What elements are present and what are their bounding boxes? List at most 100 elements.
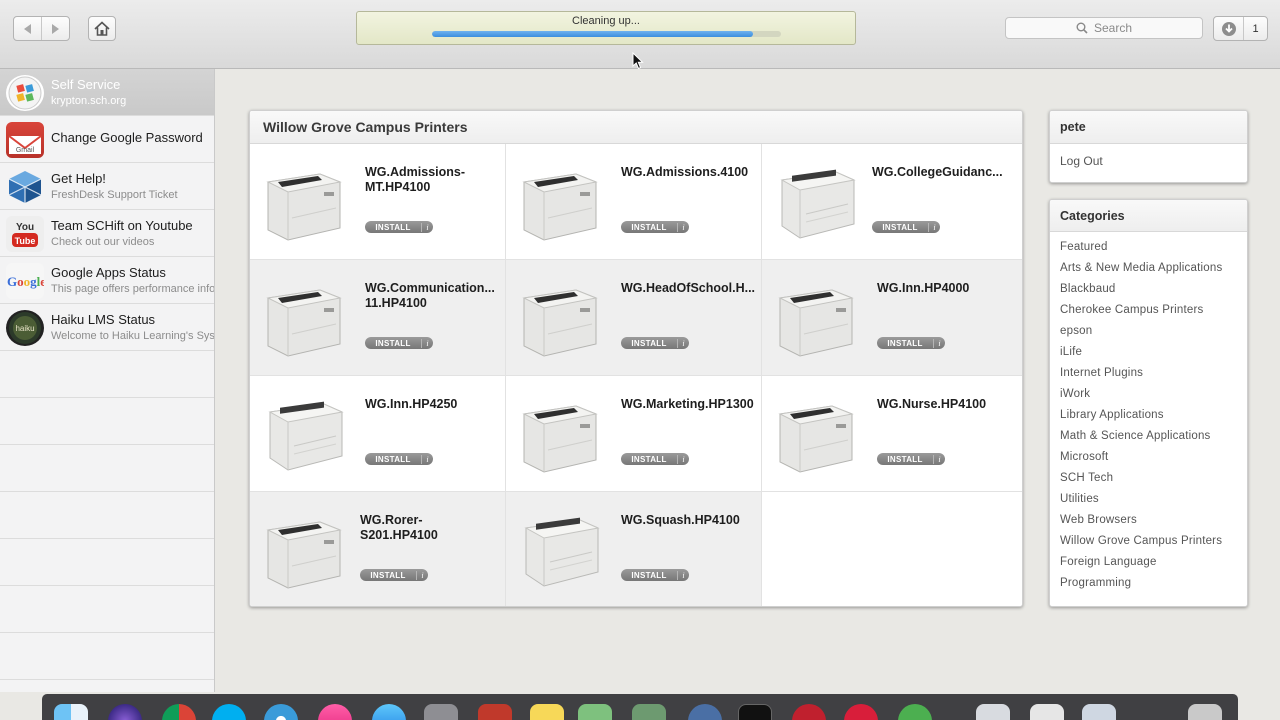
itunes-icon[interactable] — [318, 704, 352, 720]
preview-icon[interactable] — [632, 704, 666, 720]
notes-icon[interactable] — [530, 704, 564, 720]
category-link[interactable]: iWork — [1060, 388, 1247, 409]
printer-icon — [520, 394, 602, 481]
info-icon[interactable]: i — [416, 570, 428, 580]
printer-item[interactable]: WG.Inn.HP4250 INSTALL i — [250, 376, 506, 492]
printer-item[interactable]: WG.Admissions-MT.HP4100 INSTALL i — [250, 144, 506, 260]
siri-icon[interactable] — [108, 704, 142, 720]
category-link[interactable]: Programming — [1060, 577, 1247, 598]
printer-item[interactable]: WG.Communication... 11.HP4100 INSTALL i — [250, 260, 506, 376]
install-label: INSTALL — [631, 222, 667, 232]
printer-item[interactable]: WG.Rorer-S201.HP4100 INSTALL i — [250, 492, 506, 606]
install-button[interactable]: INSTALL i — [365, 221, 433, 233]
category-link[interactable]: Web Browsers — [1060, 514, 1247, 535]
sidebar-item-google-apps-status[interactable]: Google Google Apps Status This page offe… — [0, 257, 214, 304]
category-link[interactable]: Internet Plugins — [1060, 367, 1247, 388]
download-icon — [1214, 17, 1244, 40]
category-link[interactable]: Library Applications — [1060, 409, 1247, 430]
username: pete — [1050, 111, 1247, 144]
install-button[interactable]: INSTALL i — [621, 337, 689, 349]
printer-item[interactable]: WG.CollegeGuidanc... INSTALL i — [762, 144, 1022, 260]
install-button[interactable]: INSTALL i — [365, 453, 433, 465]
sidebar-item-change-google-password[interactable]: Gmail Change Google Password — [0, 116, 214, 163]
info-icon[interactable]: i — [421, 222, 433, 232]
green-app-icon[interactable] — [898, 704, 932, 720]
finder-icon[interactable] — [54, 704, 88, 720]
install-label: INSTALL — [375, 338, 411, 348]
category-link[interactable]: Microsoft — [1060, 451, 1247, 472]
category-link[interactable]: epson — [1060, 325, 1247, 346]
category-link[interactable]: SCH Tech — [1060, 472, 1247, 493]
install-button[interactable]: INSTALL i — [621, 569, 689, 581]
install-button[interactable]: INSTALL i — [877, 453, 945, 465]
category-link[interactable]: Featured — [1060, 241, 1247, 262]
logout-link[interactable]: Log Out — [1060, 154, 1103, 168]
svg-text:haiku: haiku — [15, 324, 34, 333]
printer-name: WG.Communication... 11.HP4100 — [365, 281, 495, 310]
category-link[interactable]: Willow Grove Campus Printers — [1060, 535, 1247, 556]
printer-item[interactable]: WG.Nurse.HP4100 INSTALL i — [762, 376, 1022, 492]
forward-button[interactable] — [41, 17, 69, 40]
downloads-button[interactable]: 1 — [1213, 16, 1268, 41]
category-link[interactable]: Foreign Language — [1060, 556, 1247, 577]
info-icon[interactable]: i — [677, 570, 689, 580]
info-icon[interactable]: i — [421, 338, 433, 348]
chrome-icon[interactable] — [162, 704, 196, 720]
system-preferences-icon[interactable] — [424, 704, 458, 720]
progress-bar — [432, 31, 781, 37]
printer-item[interactable]: WG.Marketing.HP1300 INSTALL i — [506, 376, 762, 492]
info-icon[interactable]: i — [928, 222, 940, 232]
printer-item[interactable]: WG.Inn.HP4000 INSTALL i — [762, 260, 1022, 376]
categories-title: Categories — [1050, 200, 1247, 232]
safari-icon[interactable] — [264, 704, 298, 720]
downloads-stack-icon[interactable] — [1082, 704, 1116, 720]
music-app-icon[interactable] — [844, 704, 878, 720]
photo-booth-icon[interactable] — [478, 704, 512, 720]
category-link[interactable]: iLife — [1060, 346, 1247, 367]
sidebar-item-get-help[interactable]: Get Help! FreshDesk Support Ticket — [0, 163, 214, 210]
printer-icon — [776, 162, 858, 249]
sidebar-item-self-service[interactable]: Self Service krypton.sch.org — [0, 69, 214, 116]
info-icon[interactable]: i — [677, 454, 689, 464]
haiku-icon: haiku — [6, 310, 44, 346]
info-icon[interactable]: i — [421, 454, 433, 464]
printer-item[interactable]: WG.HeadOfSchool.H... INSTALL i — [506, 260, 762, 376]
category-link[interactable]: Blackbaud — [1060, 283, 1247, 304]
install-button[interactable]: INSTALL i — [872, 221, 940, 233]
install-label: INSTALL — [631, 570, 667, 580]
info-icon[interactable]: i — [933, 454, 945, 464]
install-button[interactable]: INSTALL i — [877, 337, 945, 349]
folder-icon[interactable] — [976, 704, 1010, 720]
category-link[interactable]: Arts & New Media Applications — [1060, 262, 1247, 283]
search-field[interactable]: Search — [1005, 17, 1203, 39]
status-text: Cleaning up... — [572, 15, 640, 27]
home-button[interactable] — [88, 16, 116, 41]
install-button[interactable]: INSTALL i — [360, 569, 428, 581]
info-icon[interactable]: i — [933, 338, 945, 348]
category-link[interactable]: Math & Science Applications — [1060, 430, 1247, 451]
install-button[interactable]: INSTALL i — [621, 221, 689, 233]
app-store-icon[interactable] — [372, 704, 406, 720]
dock — [42, 694, 1238, 720]
sidebar-item-subtitle: krypton.sch.org — [51, 95, 127, 107]
sidebar-item-title: Get Help! — [51, 171, 106, 186]
red-app-icon[interactable] — [792, 704, 826, 720]
maps-icon[interactable] — [578, 704, 612, 720]
sidebar-item-team-schift-youtube[interactable]: You Tube Team SCHift on Youtube Check ou… — [0, 210, 214, 257]
back-button[interactable] — [14, 17, 41, 40]
terminal-icon[interactable] — [738, 704, 772, 720]
sidebar-item-haiku-lms-status[interactable]: haiku Haiku LMS Status Welcome to Haiku … — [0, 304, 214, 351]
quicktime-icon[interactable] — [688, 704, 722, 720]
printer-item[interactable]: WG.Squash.HP4100 INSTALL i — [506, 492, 762, 606]
install-button[interactable]: INSTALL i — [365, 337, 433, 349]
trash-icon[interactable] — [1188, 704, 1222, 720]
category-link[interactable]: Utilities — [1060, 493, 1247, 514]
document-icon[interactable] — [1030, 704, 1064, 720]
user-box: pete Log Out — [1049, 110, 1248, 183]
printer-item[interactable]: WG.Admissions.4100 INSTALL i — [506, 144, 762, 260]
info-icon[interactable]: i — [677, 222, 689, 232]
install-button[interactable]: INSTALL i — [621, 453, 689, 465]
skype-icon[interactable] — [212, 704, 246, 720]
info-icon[interactable]: i — [677, 338, 689, 348]
category-link[interactable]: Cherokee Campus Printers — [1060, 304, 1247, 325]
